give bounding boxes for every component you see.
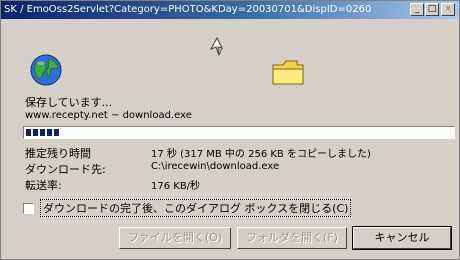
progress-segment — [33, 129, 38, 136]
minimize-button[interactable]: _ — [410, 3, 424, 16]
progress-segment — [47, 129, 52, 136]
globe-icon — [30, 54, 62, 86]
minimize-icon: _ — [414, 4, 420, 14]
maximize-icon: □ — [427, 4, 437, 14]
source-text: www.recepty.net − download.exe — [25, 110, 192, 121]
title-bar[interactable]: SK / EmoOss2Servlet?Category=PHOTO&KDay=… — [1, 1, 459, 19]
maximize-button[interactable]: □ — [425, 3, 439, 16]
open-folder-button[interactable]: フォルダを開く(F) — [237, 227, 347, 249]
close-on-complete-label[interactable]: ダウンロードの完了後、このダイアログ ボックスを閉じる(C) — [40, 199, 352, 217]
time-left-label: 推定残り時間 — [25, 147, 91, 160]
progress-bar — [23, 126, 455, 139]
download-dialog: SK / EmoOss2Servlet?Category=PHOTO&KDay=… — [0, 0, 460, 260]
progress-segment — [54, 129, 59, 136]
transfer-rate-value: 176 KB/秒 — [151, 181, 201, 192]
download-animation — [1, 19, 459, 91]
close-on-complete-option[interactable]: ダウンロードの完了後、このダイアログ ボックスを閉じる(C) — [23, 199, 352, 217]
folder-icon — [272, 60, 304, 85]
open-file-button[interactable]: ファイルを開く(O) — [119, 227, 231, 249]
progress-segment — [40, 129, 45, 136]
cancel-button[interactable]: キャンセル — [352, 226, 452, 250]
close-button[interactable]: x — [441, 3, 455, 16]
status-text: 保存しています... — [25, 96, 113, 109]
flying-paper-icon — [209, 37, 223, 57]
time-left-value: 17 秒 (317 MB 中の 256 KB をコピーしました) — [151, 149, 371, 160]
progress-fill — [26, 129, 59, 136]
download-to-label: ダウンロード先: — [25, 163, 106, 176]
close-on-complete-checkbox[interactable] — [23, 202, 34, 214]
transfer-rate-label: 転送率: — [25, 179, 62, 192]
progress-segment — [26, 129, 31, 136]
window-title: SK / EmoOss2Servlet?Category=PHOTO&KDay=… — [4, 4, 372, 15]
download-to-value: C:\irecewin\download.exe — [151, 161, 280, 172]
close-icon: x — [445, 4, 451, 14]
